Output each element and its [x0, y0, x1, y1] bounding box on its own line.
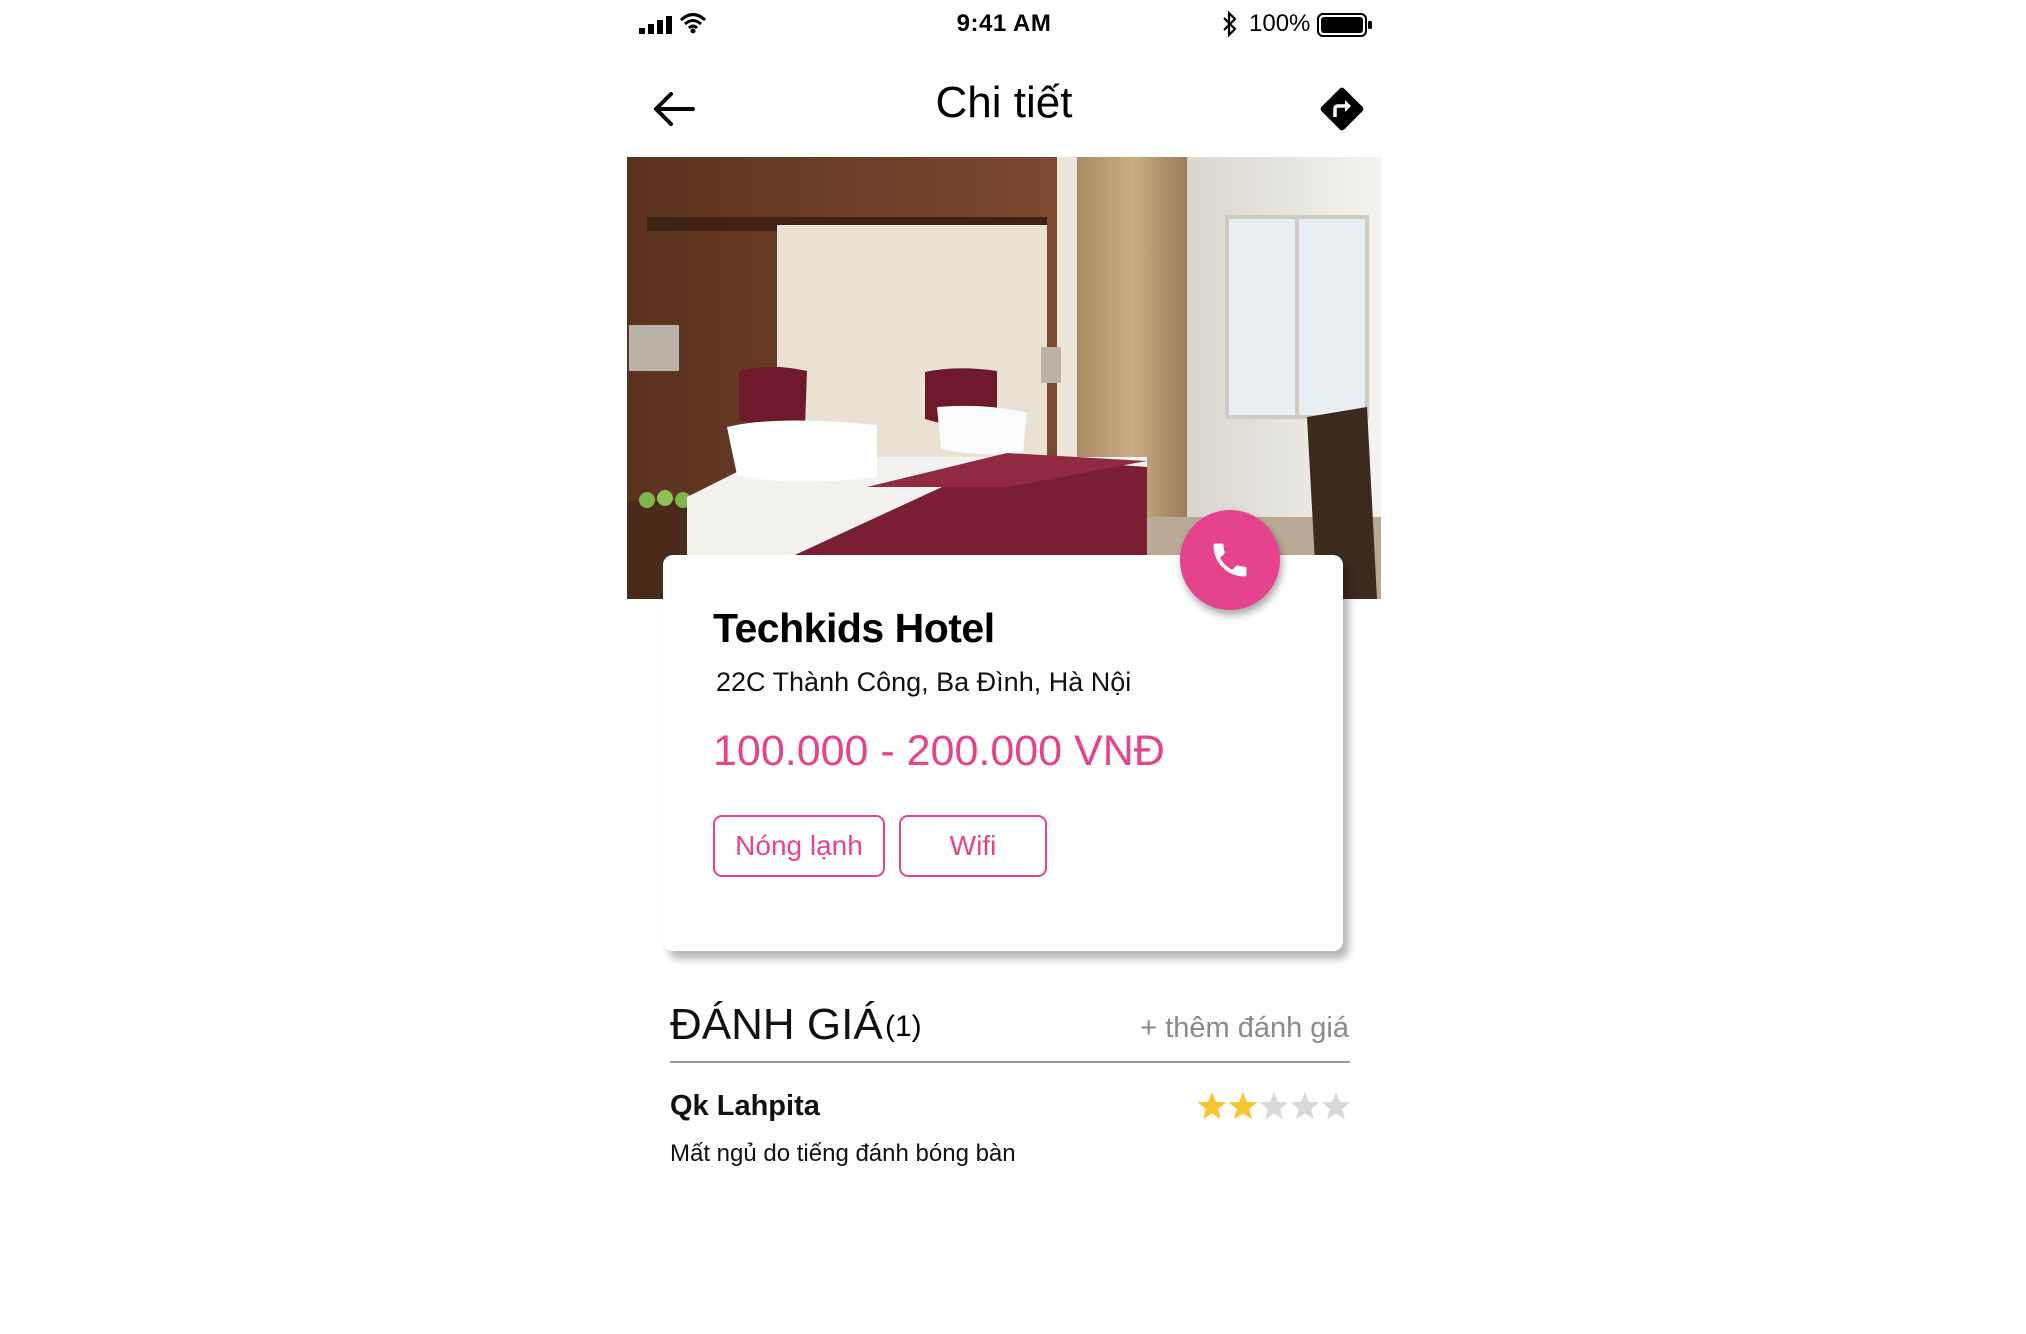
phone-icon — [1213, 543, 1247, 577]
review-author: Qk Lahpita — [670, 1090, 820, 1122]
phone-screen: 9:41 AM 100% Chi tiết Techkids Hotel 22C… — [627, 0, 1381, 1334]
status-bar: 9:41 AM 100% — [627, 0, 1381, 50]
divider — [670, 1061, 1350, 1063]
reviews-heading: ĐÁNH GIÁ — [670, 1000, 883, 1049]
amenity-tag[interactable]: Wifi — [899, 815, 1047, 877]
review-comment: Mất ngủ do tiếng đánh bóng bàn — [670, 1140, 1016, 1167]
hotel-price: 100.000 - 200.000 VNĐ — [713, 727, 1165, 775]
directions-icon[interactable] — [1317, 84, 1367, 134]
star-empty-icon — [1321, 1092, 1351, 1120]
add-review-link[interactable]: + thêm đánh giá — [1140, 1012, 1349, 1045]
hotel-name: Techkids Hotel — [713, 605, 995, 651]
battery-percent: 100% — [1249, 10, 1311, 37]
amenity-tag[interactable]: Nóng lạnh — [713, 815, 885, 877]
star-filled-icon — [1197, 1092, 1227, 1120]
call-button[interactable] — [1180, 510, 1280, 610]
star-empty-icon — [1259, 1092, 1289, 1120]
page-title: Chi tiết — [935, 78, 1073, 127]
bluetooth-icon — [1223, 10, 1237, 38]
star-rating — [1197, 1092, 1351, 1120]
reviews-count: (1) — [885, 1010, 922, 1043]
battery-icon — [1317, 13, 1372, 37]
hotel-address: 22C Thành Công, Ba Đình, Hà Nội — [716, 667, 1132, 697]
hotel-info-card: Techkids Hotel 22C Thành Công, Ba Đình, … — [663, 555, 1343, 951]
star-filled-icon — [1228, 1092, 1258, 1120]
star-empty-icon — [1290, 1092, 1320, 1120]
